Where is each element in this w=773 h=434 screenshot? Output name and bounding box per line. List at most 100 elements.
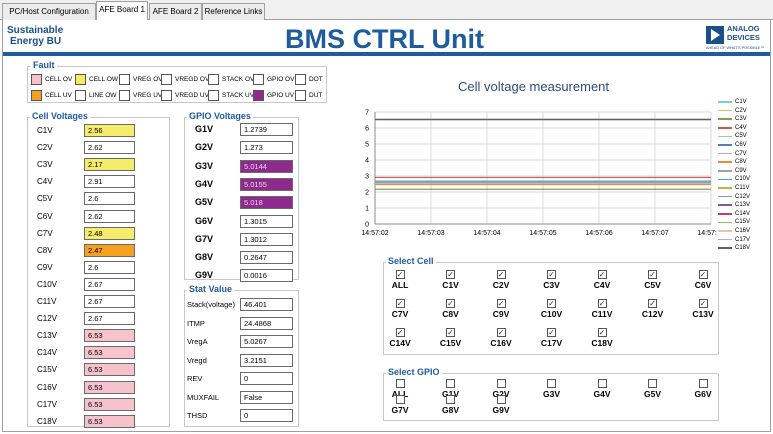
checkbox-box[interactable]: ✓	[547, 270, 556, 279]
brand-line-2: Energy BU	[10, 36, 62, 47]
select-checkbox-item[interactable]: G3V	[537, 379, 567, 399]
select-checkbox-item[interactable]: ✓ C15V	[436, 328, 466, 348]
select-checkbox-item[interactable]: ✓ C14V	[385, 328, 415, 348]
chart-legend-label: C3V	[735, 116, 747, 123]
checkbox-box[interactable]: ✓	[597, 270, 607, 279]
cell-voltage-value: 2.48	[84, 226, 135, 240]
select-checkbox-item[interactable]: ✓ C10V	[537, 299, 567, 319]
checkbox-box[interactable]: ✓	[698, 299, 708, 308]
select-checkbox-item[interactable]: G5V	[638, 379, 668, 399]
tab-afe-board-1[interactable]: AFE Board 1	[96, 1, 148, 21]
fault-indicator-label: STACK OV	[222, 75, 255, 83]
stat-value-field: 24.4868	[240, 316, 293, 330]
fault-indicator-swatch	[119, 89, 130, 101]
cell-voltage-label: C15V	[37, 365, 58, 375]
chart-legend-item: C15V	[718, 219, 750, 225]
select-checkbox-item[interactable]: ✓ C11V	[587, 299, 617, 319]
checkbox-box[interactable]	[446, 395, 455, 404]
chart-legend-label: C17V	[735, 236, 751, 243]
cell-voltage-value: 2.67	[84, 295, 135, 308]
select-checkbox-item[interactable]: G9V	[486, 395, 516, 415]
select-checkbox-item[interactable]: ✓ C16V	[486, 328, 516, 348]
fault-indicator: VREG UV	[119, 89, 162, 101]
select-checkbox-item[interactable]: ✓ C17V	[537, 328, 567, 348]
select-checkbox-item[interactable]: ✓ C1V	[436, 270, 466, 290]
fault-indicator-swatch	[208, 89, 219, 101]
checkbox-box[interactable]: ✓	[547, 328, 556, 337]
tab-pc-host-configuration[interactable]: PC/Host Configuration	[2, 3, 96, 20]
select-checkbox-item[interactable]: ✓ C13V	[688, 299, 718, 319]
checkbox-box[interactable]: ✓	[446, 328, 455, 337]
select-checkbox-item[interactable]: ✓ C18V	[587, 328, 617, 348]
checkbox-box[interactable]: ✓	[395, 328, 405, 337]
cell-voltage-label: C12V	[37, 314, 58, 324]
checkbox-box[interactable]: ✓	[496, 299, 506, 308]
select-checkbox-item[interactable]: G6V	[688, 379, 718, 399]
checkbox-box[interactable]: ✓	[648, 270, 657, 279]
checkbox-box[interactable]: ✓	[597, 299, 607, 308]
fault-indicator-swatch	[75, 89, 86, 101]
checkbox-box[interactable]: ✓	[698, 270, 708, 279]
select-checkbox-item[interactable]: ✓ C3V	[537, 270, 567, 290]
checkbox-box[interactable]	[648, 379, 657, 388]
chart-legend-swatch	[718, 247, 732, 249]
fault-indicator-swatch	[161, 89, 172, 101]
checkbox-box[interactable]: ✓	[446, 299, 455, 308]
checkbox-box[interactable]: ✓	[496, 270, 506, 279]
checkbox-box[interactable]: ✓	[597, 328, 607, 337]
checkbox-box[interactable]	[395, 379, 405, 388]
select-checkbox-item[interactable]: ✓ C8V	[436, 299, 466, 319]
tab-afe-board-2[interactable]: AFE Board 2	[149, 3, 202, 20]
cell-voltage-value: 2.91	[84, 175, 135, 189]
checkbox-box[interactable]	[597, 379, 607, 388]
cell-voltage-value: 2.56	[84, 124, 135, 137]
checkbox-box[interactable]: ✓	[496, 328, 506, 337]
fault-indicator-label: VREGD UV	[175, 91, 209, 99]
chart-legend-item: C11V	[718, 185, 750, 191]
fault-indicator: VREGD UV	[161, 89, 209, 101]
select-checkbox-item[interactable]: G4V	[587, 379, 617, 399]
gpio-voltage-label: G2V	[195, 142, 214, 153]
select-checkbox-item[interactable]: G7V	[385, 395, 415, 415]
chart-x-tick-label: 14:57:05	[529, 230, 556, 237]
tab-reference-links[interactable]: Reference Links	[202, 3, 265, 20]
chart-legend-item: C13V	[718, 202, 750, 208]
select-checkbox-item[interactable]: ✓ C7V	[385, 299, 415, 319]
checkbox-box[interactable]	[698, 379, 708, 388]
checkbox-box[interactable]	[496, 379, 506, 388]
checkbox-label: G6V	[694, 389, 712, 399]
gpio-voltage-label: G5V	[195, 197, 214, 208]
select-checkbox-item[interactable]: ✓ C2V	[486, 270, 516, 290]
select-checkbox-item[interactable]: ✓ C6V	[688, 270, 718, 290]
cell-voltage-label: C9V	[37, 262, 53, 272]
checkbox-box[interactable]: ✓	[395, 270, 405, 279]
checkbox-box[interactable]: ✓	[446, 270, 455, 279]
fault-indicator-swatch	[119, 73, 130, 85]
checkbox-box[interactable]	[547, 379, 556, 388]
select-checkbox-item[interactable]: ✓ C9V	[486, 299, 516, 319]
checkbox-box[interactable]	[395, 395, 405, 404]
chart-legend-item: C5V	[718, 133, 747, 139]
chart-legend-item: C1V	[718, 99, 747, 105]
chart-y-tick-label: 7	[365, 110, 369, 117]
fault-indicator-label: DUT	[309, 91, 323, 99]
cell-voltage-value: 2.47	[84, 243, 135, 257]
select-checkbox-item[interactable]: ✓ C12V	[638, 299, 668, 319]
fault-indicator: DOT	[295, 73, 323, 85]
select-checkbox-item[interactable]: G8V	[436, 395, 466, 415]
checkbox-box[interactable]: ✓	[395, 299, 405, 308]
select-checkbox-item[interactable]: ✓ ALL	[385, 270, 415, 290]
cell-voltage-label: C17V	[37, 399, 58, 409]
select-checkbox-item[interactable]: ✓ C4V	[587, 270, 617, 290]
checkbox-box[interactable]: ✓	[547, 299, 556, 308]
stat-value-field: 5.0267	[240, 335, 293, 348]
fault-indicator-label: STACK UV	[222, 91, 255, 99]
chart-title: Cell voltage measurement	[458, 79, 610, 94]
chart-legend-swatch	[718, 221, 732, 224]
checkbox-box[interactable]: ✓	[648, 299, 657, 308]
checkbox-box[interactable]	[496, 395, 506, 404]
checkbox-box[interactable]	[446, 379, 455, 388]
select-checkbox-item[interactable]: ✓ C5V	[638, 270, 668, 290]
cell-voltage-label: C1V	[37, 126, 53, 135]
cell-voltage-value: 6.53	[84, 397, 135, 411]
